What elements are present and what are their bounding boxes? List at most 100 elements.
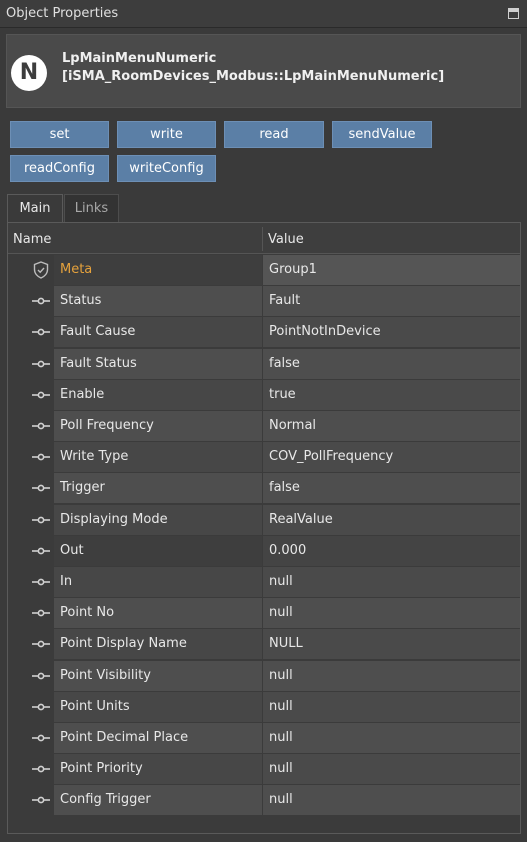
table-row[interactable]: Point Display Name NULL — [8, 629, 520, 660]
column-header-value[interactable]: Value — [268, 232, 304, 247]
property-name: Point Visibility — [60, 667, 151, 683]
property-name-cell[interactable]: Write Type — [54, 442, 262, 473]
property-name-cell[interactable]: Fault Status — [54, 348, 262, 379]
table-row[interactable]: Point Visibility null — [8, 660, 520, 692]
tab-main[interactable]: Main — [7, 194, 63, 222]
property-name-cell[interactable]: Point Decimal Place — [54, 723, 262, 753]
property-name-cell[interactable]: Poll Frequency — [54, 411, 262, 441]
set-button[interactable]: set — [10, 121, 109, 148]
property-name-cell[interactable]: Point Visibility — [54, 660, 262, 691]
property-value: null — [269, 761, 293, 777]
property-value: false — [269, 355, 300, 371]
property-name-cell[interactable]: Config Trigger — [54, 785, 262, 816]
property-value: null — [269, 574, 293, 589]
property-value-cell[interactable]: null — [263, 754, 520, 785]
read-config-button[interactable]: readConfig — [10, 155, 109, 182]
property-value-cell[interactable]: null — [263, 598, 520, 629]
property-value-cell[interactable]: null — [263, 660, 520, 691]
property-value: PointNotInDevice — [269, 324, 381, 340]
send-value-button[interactable]: sendValue — [332, 121, 432, 148]
property-name-cell[interactable]: Status — [54, 286, 262, 317]
slot-icon — [32, 422, 50, 430]
property-value: RealValue — [269, 511, 333, 527]
property-name: Point No — [60, 605, 115, 621]
property-value-cell[interactable]: Group1 — [263, 255, 520, 285]
slot-icon — [32, 672, 50, 679]
table-row[interactable]: Poll Frequency Normal — [8, 411, 520, 442]
property-name-cell[interactable]: Point Priority — [54, 754, 262, 785]
properties-table: Name Value Meta Group1 Status Fault Fault Ca… — [7, 222, 521, 834]
table-row[interactable]: Meta Group1 — [8, 255, 520, 286]
property-value-cell[interactable]: null — [263, 723, 520, 753]
table-row[interactable]: Displaying Mode RealValue — [8, 504, 520, 536]
slot-icon — [32, 609, 50, 617]
property-value: null — [269, 605, 293, 621]
table-row[interactable]: Fault Cause PointNotInDevice — [8, 317, 520, 348]
property-name: Status — [60, 293, 102, 309]
property-value: COV_PollFrequency — [269, 449, 394, 465]
shield-icon — [33, 261, 49, 279]
object-name: LpMainMenuNumeric — [62, 51, 217, 66]
property-name-cell[interactable]: Out — [54, 535, 262, 566]
property-name-cell[interactable]: Meta — [54, 255, 262, 285]
property-value: Normal — [269, 418, 317, 433]
property-value-cell[interactable]: false — [263, 348, 520, 379]
property-name-cell[interactable]: Point Display Name — [54, 629, 262, 660]
property-value-cell[interactable]: Fault — [263, 286, 520, 317]
slot-icon — [32, 484, 50, 492]
write-button[interactable]: write — [117, 121, 216, 148]
property-name-cell[interactable]: Enable — [54, 379, 262, 410]
property-value-cell[interactable]: null — [263, 567, 520, 597]
maximize-icon[interactable] — [508, 8, 519, 19]
table-row[interactable]: Point Decimal Place null — [8, 723, 520, 754]
table-row[interactable]: Config Trigger null — [8, 785, 520, 816]
property-value: true — [269, 386, 296, 402]
slot-icon — [32, 578, 50, 586]
slot-icon — [32, 640, 50, 648]
property-value-cell[interactable]: 0.000 — [263, 535, 520, 566]
property-value-cell[interactable]: COV_PollFrequency — [263, 442, 520, 473]
property-value-cell[interactable]: false — [263, 473, 520, 504]
table-row[interactable]: Enable true — [8, 379, 520, 411]
property-name-cell[interactable]: Trigger — [54, 473, 262, 504]
property-value-cell[interactable]: true — [263, 379, 520, 410]
table-row[interactable]: Point Units null — [8, 691, 520, 723]
table-row[interactable]: Out 0.000 — [8, 535, 520, 567]
panel-title: Object Properties — [6, 6, 119, 21]
object-path: [iSMA_RoomDevices_Modbus::LpMainMenuNume… — [62, 69, 445, 84]
property-value-cell[interactable]: NULL — [263, 629, 520, 660]
table-row[interactable]: Trigger false — [8, 473, 520, 504]
property-value-cell[interactable]: RealValue — [263, 504, 520, 535]
property-name: Meta — [60, 262, 93, 277]
slot-icon — [32, 391, 50, 399]
table-row[interactable]: Point Priority null — [8, 754, 520, 785]
object-type-icon: N — [11, 55, 47, 91]
property-name-cell[interactable]: Displaying Mode — [54, 504, 262, 535]
property-name-cell[interactable]: Point No — [54, 598, 262, 629]
column-divider[interactable] — [262, 227, 263, 251]
property-name: Out — [60, 542, 84, 558]
property-name: Point Priority — [60, 761, 143, 777]
read-button[interactable]: read — [224, 121, 324, 148]
table-row[interactable]: Fault Status false — [8, 348, 520, 380]
tab-links[interactable]: Links — [64, 194, 119, 222]
property-value-cell[interactable]: null — [263, 785, 520, 816]
property-value: null — [269, 667, 293, 683]
column-header-name[interactable]: Name — [13, 232, 51, 247]
property-name-cell[interactable]: In — [54, 567, 262, 597]
slot-icon — [32, 328, 50, 336]
table-row[interactable]: Point No null — [8, 598, 520, 629]
object-header: N LpMainMenuNumeric [iSMA_RoomDevices_Mo… — [6, 34, 521, 108]
property-name-cell[interactable]: Fault Cause — [54, 317, 262, 348]
property-value-cell[interactable]: Normal — [263, 411, 520, 441]
table-row[interactable]: Status Fault — [8, 286, 520, 317]
table-row[interactable]: Write Type COV_PollFrequency — [8, 442, 520, 473]
write-config-button[interactable]: writeConfig — [117, 155, 216, 182]
property-value-cell[interactable]: null — [263, 691, 520, 722]
property-name: Enable — [60, 386, 105, 402]
property-name: Config Trigger — [60, 792, 151, 808]
property-name-cell[interactable]: Point Units — [54, 691, 262, 722]
property-value-cell[interactable]: PointNotInDevice — [263, 317, 520, 348]
table-row[interactable]: In null — [8, 567, 520, 598]
property-name: Point Decimal Place — [60, 730, 189, 745]
